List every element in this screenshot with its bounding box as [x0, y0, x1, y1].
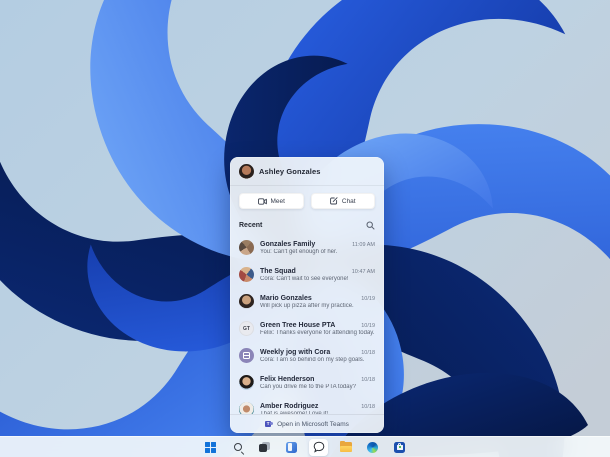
edge-button[interactable]	[363, 439, 382, 456]
conversation-list: Gonzales Family 11:09 AM You: Can't get …	[230, 232, 384, 414]
conversation-timestamp: 11:09 AM	[352, 242, 375, 248]
conversation-preview: Cora: I am so behind on my step goals.	[260, 357, 375, 363]
action-buttons: Meet Chat	[230, 186, 384, 214]
teams-logo-icon: T	[265, 420, 273, 428]
conversation-preview: Will pick up pizza after my practice.	[260, 303, 375, 309]
widgets-button[interactable]	[282, 439, 301, 456]
conversation-name: Felix Henderson	[260, 376, 314, 383]
taskbar-search-button[interactable]	[228, 439, 247, 456]
recent-header: Recent	[230, 214, 384, 232]
store-button[interactable]	[390, 439, 409, 456]
calendar-icon	[243, 352, 250, 359]
conversation-timestamp: 10/18	[361, 350, 375, 356]
conversation-timestamp: 10/18	[361, 404, 375, 410]
conversation-timestamp: 10/19	[361, 323, 375, 329]
meet-button-label: Meet	[271, 198, 285, 205]
conversation-preview: Felix: Thanks everyone for attending tod…	[260, 330, 375, 336]
search-icon[interactable]	[365, 220, 375, 230]
user-avatar[interactable]	[239, 164, 254, 179]
conversation-avatar: GT	[239, 321, 254, 336]
conversation-timestamp: 10:47 AM	[352, 269, 375, 275]
microsoft-store-icon	[394, 442, 405, 453]
conversation-avatar	[239, 375, 254, 390]
conversation-preview: You: Can't get enough of her.	[260, 249, 375, 255]
search-icon	[234, 443, 242, 451]
compose-icon	[330, 197, 338, 205]
edge-browser-icon	[367, 442, 378, 453]
task-view-button[interactable]	[255, 439, 274, 456]
conversation-timestamp: 10/19	[361, 296, 375, 302]
conversation-row[interactable]: The Squad 10:47 AM Cora: Can't wait to s…	[239, 261, 375, 288]
conversation-avatar	[239, 240, 254, 255]
user-name: Ashley Gonzales	[259, 167, 321, 176]
flyout-header: Ashley Gonzales	[230, 157, 384, 186]
chat-bubble-icon	[313, 441, 325, 453]
conversation-row[interactable]: GT Green Tree House PTA 10/19 Felix: Tha…	[239, 315, 375, 342]
start-button[interactable]	[201, 439, 220, 456]
conversation-row[interactable]: Felix Henderson 10/18 Can you drive me t…	[239, 369, 375, 396]
task-view-icon	[259, 442, 270, 452]
conversation-row[interactable]: Weekly jog with Cora 10/18 Cora: I am so…	[239, 342, 375, 369]
conversation-row[interactable]: Gonzales Family 11:09 AM You: Can't get …	[239, 234, 375, 261]
conversation-row[interactable]: Mario Gonzales 10/19 Will pick up pizza …	[239, 288, 375, 315]
desktop: Ashley Gonzales Meet Chat Recent Gonzale…	[0, 0, 610, 457]
conversation-name: The Squad	[260, 268, 296, 275]
widgets-icon	[286, 442, 297, 453]
conversation-name: Green Tree House PTA	[260, 322, 335, 329]
file-explorer-button[interactable]	[336, 439, 355, 456]
conversation-avatar	[239, 402, 254, 414]
teams-chat-flyout: Ashley Gonzales Meet Chat Recent Gonzale…	[230, 157, 384, 433]
open-in-teams-label: Open in Microsoft Teams	[277, 421, 349, 428]
meet-button[interactable]: Meet	[239, 193, 304, 209]
conversation-row[interactable]: Amber Rodriguez 10/18 That is awesome! L…	[239, 396, 375, 414]
conversation-avatar	[239, 267, 254, 282]
conversation-preview: Can you drive me to the PTA today?	[260, 384, 375, 390]
taskbar	[0, 436, 610, 457]
conversation-name: Gonzales Family	[260, 241, 315, 248]
conversation-name: Weekly jog with Cora	[260, 349, 330, 356]
conversation-timestamp: 10/18	[361, 377, 375, 383]
recent-label: Recent	[239, 222, 262, 229]
conversation-preview: Cora: Can't wait to see everyone!	[260, 276, 375, 282]
teams-chat-button[interactable]	[309, 439, 328, 456]
conversation-name: Mario Gonzales	[260, 295, 312, 302]
windows-logo-icon	[205, 442, 216, 453]
conversation-avatar	[239, 348, 254, 363]
chat-button-label: Chat	[342, 198, 356, 205]
open-in-teams-button[interactable]: T Open in Microsoft Teams	[230, 414, 384, 433]
folder-icon	[340, 442, 352, 452]
video-camera-icon	[258, 198, 267, 205]
chat-button[interactable]: Chat	[311, 193, 376, 209]
conversation-name: Amber Rodriguez	[260, 403, 318, 410]
conversation-avatar	[239, 294, 254, 309]
